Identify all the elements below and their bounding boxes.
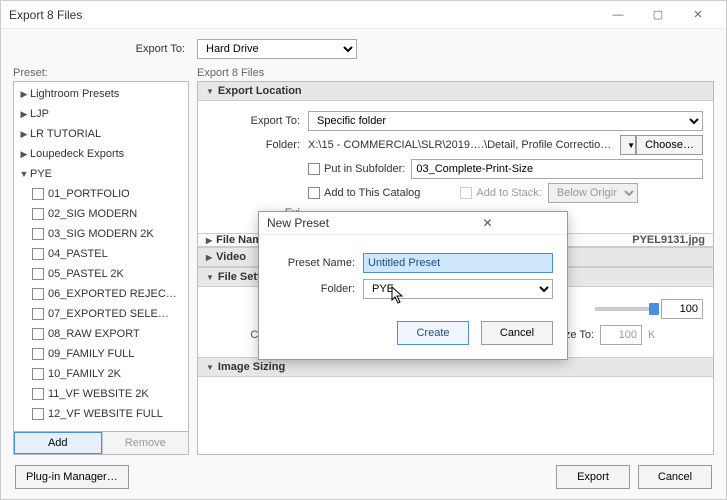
chevron-down-icon: ▼ [206, 363, 214, 372]
preset-folder-select[interactable]: PYE [363, 279, 553, 299]
quality-slider[interactable] [595, 307, 655, 311]
export-to-label: Export To: [208, 115, 308, 127]
preset-folder[interactable]: ▶Lightroom Presets [14, 84, 188, 104]
preset-name-input[interactable] [363, 253, 553, 273]
add-to-stack-label: Add to Stack: [476, 187, 541, 199]
export-to-label: Export To: [1, 43, 191, 55]
choose-folder-button[interactable]: Choose… [636, 135, 703, 155]
preset-folder-expanded[interactable]: ▼PYE [14, 164, 188, 184]
preset-item[interactable]: 10_FAMILY 2K [14, 364, 188, 384]
titlebar: Export 8 Files — ▢ ✕ [1, 1, 726, 29]
checkbox-icon[interactable] [32, 268, 44, 280]
export-to-row: Export To: Hard Drive [1, 29, 726, 67]
remove-preset-button[interactable]: Remove [102, 432, 189, 454]
preset-item[interactable]: 09_FAMILY FULL [14, 344, 188, 364]
preset-item[interactable]: 05_PASTEL 2K [14, 264, 188, 284]
maximize-button[interactable]: ▢ [638, 1, 678, 29]
window-title: Export 8 Files [9, 8, 598, 22]
preset-item[interactable]: 04_PASTEL [14, 244, 188, 264]
plugin-manager-button[interactable]: Plug-in Manager… [15, 465, 129, 489]
limit-unit: K [648, 329, 655, 341]
preset-panel: Preset: ▶Lightroom Presets ▶LJP ▶LR TUTO… [13, 67, 189, 455]
add-preset-button[interactable]: Add [14, 432, 102, 454]
add-to-stack-checkbox [460, 187, 472, 199]
checkbox-icon[interactable] [32, 188, 44, 200]
modal-close-button[interactable]: ✕ [414, 216, 561, 230]
checkbox-icon[interactable] [32, 228, 44, 240]
folder-label: Folder: [208, 139, 308, 151]
export-dialog: Export 8 Files — ▢ ✕ Export To: Hard Dri… [0, 0, 727, 500]
limit-filesize-input [600, 325, 642, 345]
cancel-button[interactable]: Cancel [638, 465, 712, 489]
preset-name-label: Preset Name: [273, 257, 363, 269]
export-to-select[interactable]: Hard Drive [197, 39, 357, 59]
slider-thumb-icon[interactable] [649, 303, 659, 315]
preset-item[interactable]: 06_EXPORTED REJEC… [14, 284, 188, 304]
checkbox-icon[interactable] [32, 288, 44, 300]
put-in-subfolder-checkbox[interactable] [308, 163, 320, 175]
chevron-down-icon: ▼ [206, 87, 214, 96]
checkbox-icon[interactable] [32, 348, 44, 360]
preset-tree[interactable]: ▶Lightroom Presets ▶LJP ▶LR TUTORIAL ▶Lo… [13, 81, 189, 432]
create-preset-button[interactable]: Create [397, 321, 469, 345]
preset-item[interactable]: 11_VF WEBSITE 2K [14, 384, 188, 404]
stack-position-select: Below Original [548, 183, 638, 203]
cancel-preset-button[interactable]: Cancel [481, 321, 553, 345]
checkbox-icon[interactable] [32, 388, 44, 400]
preset-item[interactable]: 03_SIG MODERN 2K [14, 224, 188, 244]
add-to-catalog-checkbox[interactable] [308, 187, 320, 199]
close-button[interactable]: ✕ [678, 1, 718, 29]
checkbox-icon[interactable] [32, 408, 44, 420]
subfolder-input[interactable] [411, 159, 703, 179]
folder-history-button[interactable]: ▼ [620, 135, 636, 155]
chevron-right-icon: ▶ [18, 149, 30, 160]
checkbox-icon[interactable] [32, 308, 44, 320]
preset-item[interactable]: 12_VF WEBSITE FULL [14, 404, 188, 424]
chevron-down-icon: ▼ [206, 273, 214, 282]
panel-export-location[interactable]: ▼Export Location [198, 82, 713, 101]
checkbox-icon[interactable] [32, 248, 44, 260]
settings-label: Export 8 Files [197, 67, 714, 79]
preset-buttons: Add Remove [13, 432, 189, 455]
put-in-subfolder-label: Put in Subfolder: [324, 163, 405, 175]
minimize-button[interactable]: — [598, 1, 638, 29]
preset-item[interactable]: 07_EXPORTED SELE… [14, 304, 188, 324]
preset-folder[interactable]: ▶LJP [14, 104, 188, 124]
chevron-right-icon: ▶ [206, 253, 212, 262]
chevron-right-icon: ▶ [18, 89, 30, 100]
bottom-bar: Plug-in Manager… Export Cancel [1, 455, 726, 499]
preset-label: Preset: [13, 67, 189, 79]
checkbox-icon[interactable] [32, 328, 44, 340]
preset-folder-label: Folder: [273, 283, 363, 295]
checkbox-icon[interactable] [32, 368, 44, 380]
export-button[interactable]: Export [556, 465, 630, 489]
folder-path: X:\15 - COMMERCIAL\SLR\2019….\Detail, Pr… [308, 139, 618, 151]
new-preset-dialog: New Preset ✕ Preset Name: Folder: PYE Cr… [258, 211, 568, 360]
add-to-catalog-label: Add to This Catalog [324, 187, 420, 199]
quality-input[interactable] [661, 299, 703, 319]
modal-title: New Preset [267, 216, 414, 230]
checkbox-icon[interactable] [32, 208, 44, 220]
preset-item[interactable]: 08_RAW EXPORT [14, 324, 188, 344]
chevron-right-icon: ▶ [206, 236, 212, 245]
modal-titlebar: New Preset ✕ [259, 212, 567, 235]
chevron-down-icon: ▼ [18, 169, 30, 179]
panel-image-sizing[interactable]: ▼Image Sizing [198, 357, 713, 377]
preset-item[interactable]: 01_PORTFOLIO [14, 184, 188, 204]
window-controls: — ▢ ✕ [598, 1, 718, 29]
preset-folder[interactable]: ▶LR TUTORIAL [14, 124, 188, 144]
preset-item[interactable]: 02_SIG MODERN [14, 204, 188, 224]
preset-folder[interactable]: ▶Loupedeck Exports [14, 144, 188, 164]
chevron-right-icon: ▶ [18, 129, 30, 140]
chevron-right-icon: ▶ [18, 109, 30, 120]
export-to-folder-select[interactable]: Specific folder [308, 111, 703, 131]
